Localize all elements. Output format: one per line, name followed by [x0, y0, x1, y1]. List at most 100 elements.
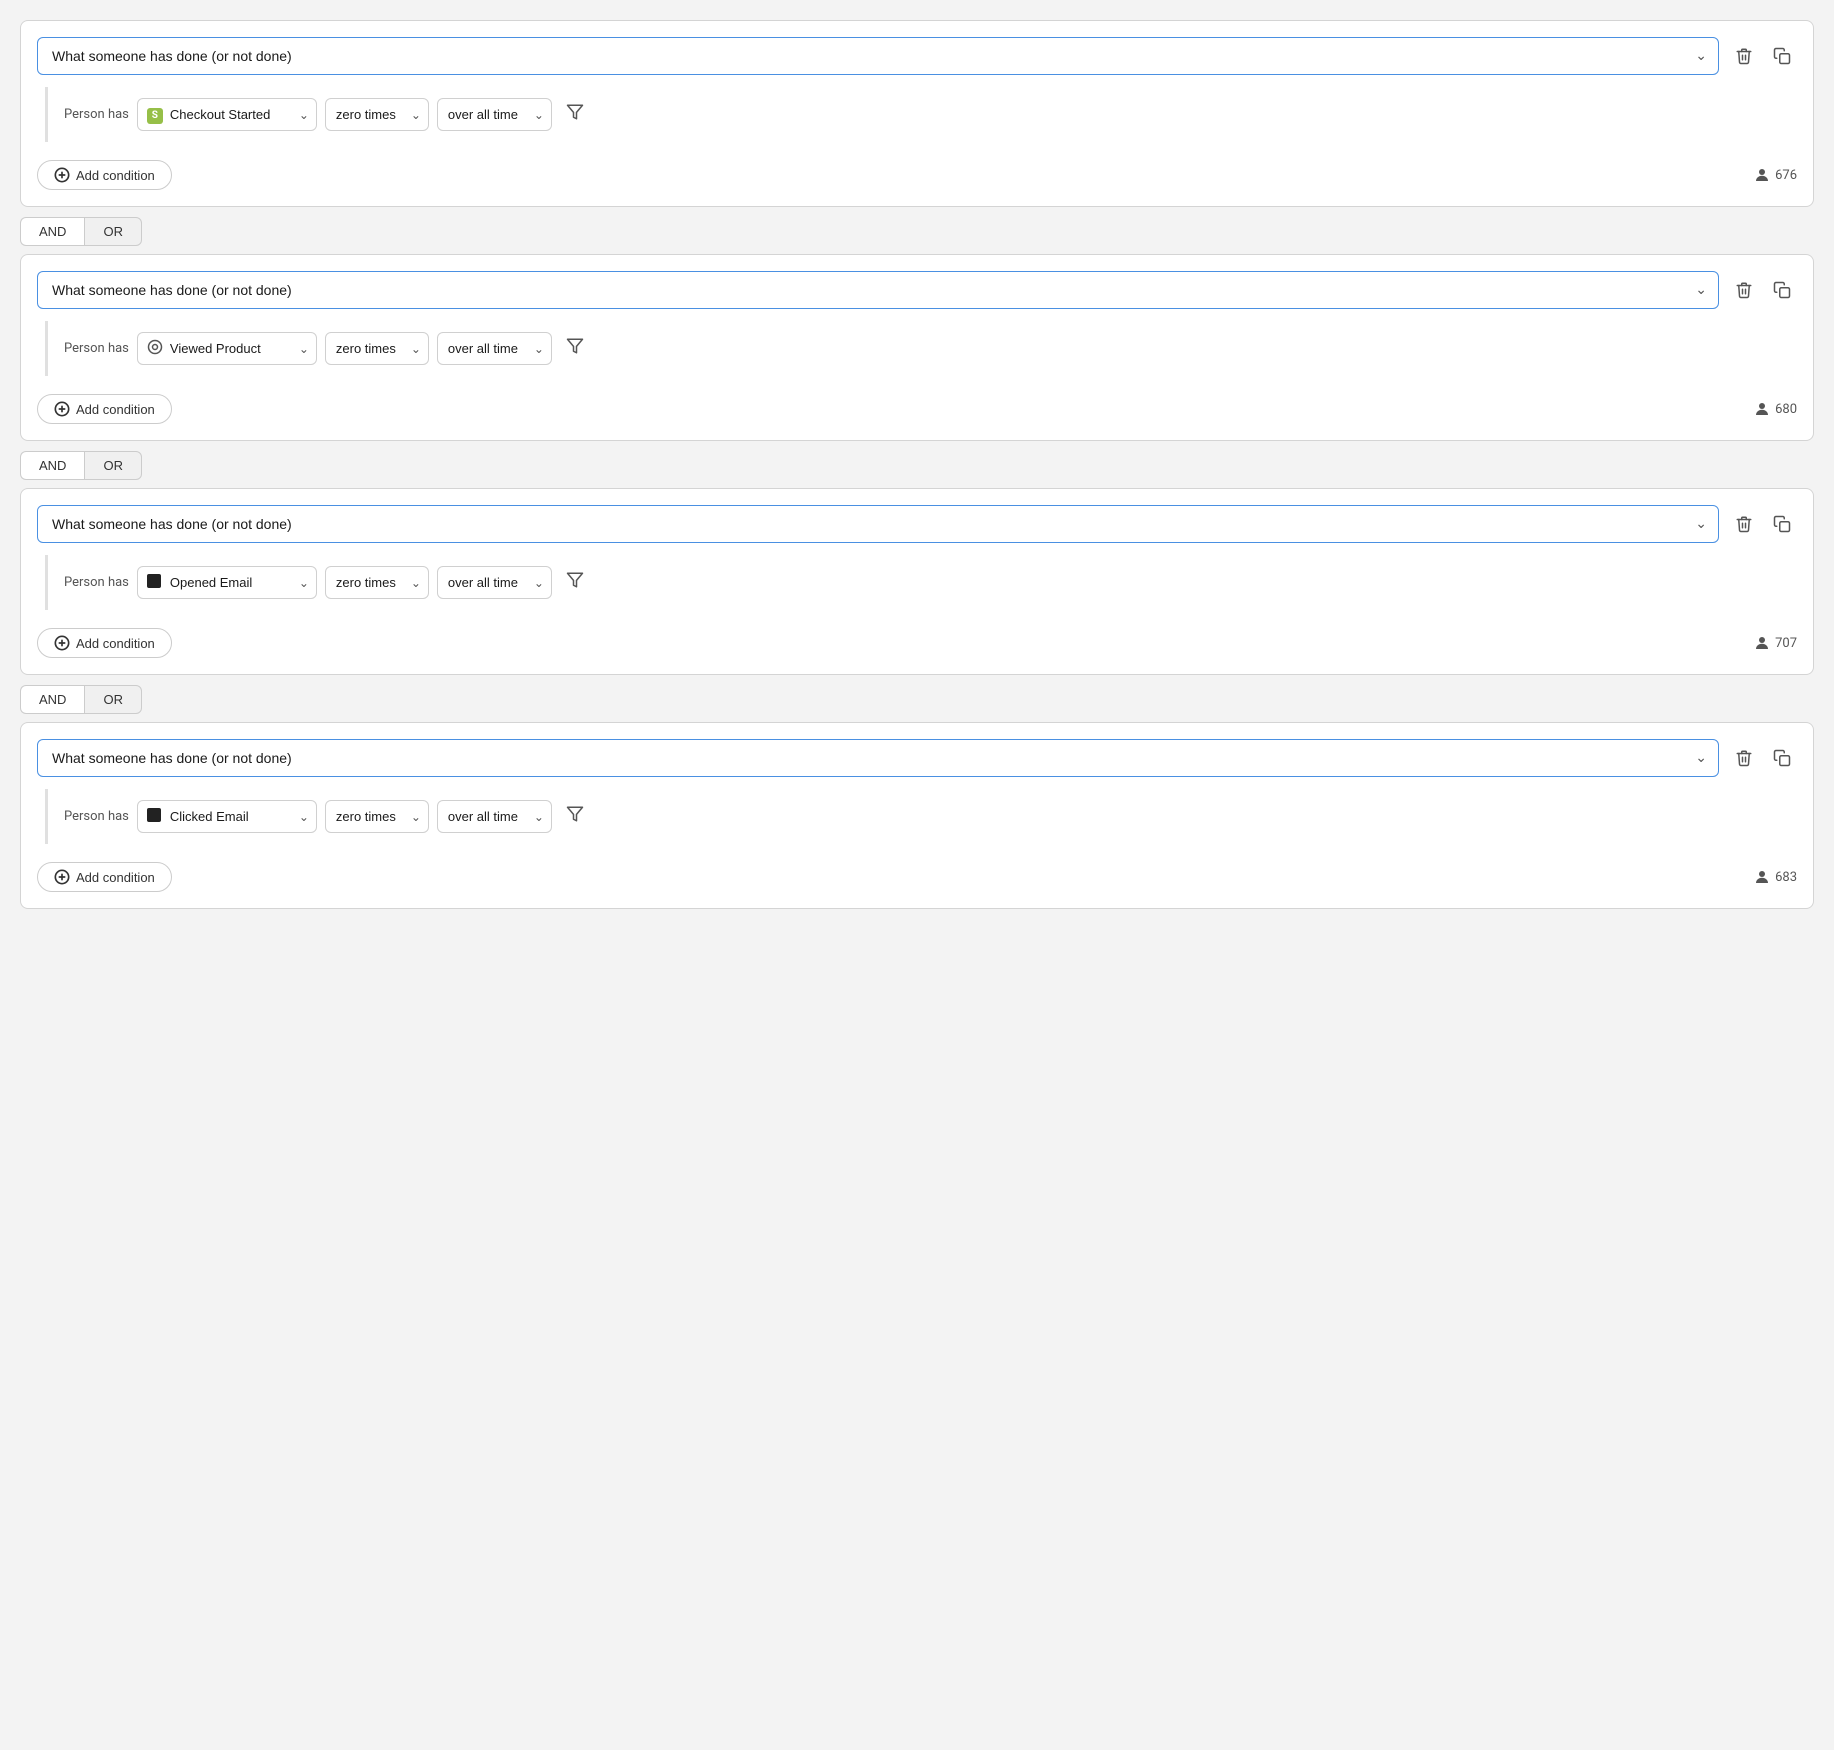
- person-icon: [1753, 868, 1771, 886]
- time-select-wrapper-4: over all time ⌄: [437, 800, 552, 833]
- add-condition-button-4[interactable]: Add condition: [37, 862, 172, 892]
- condition-block-4: What someone has done (or not done) ⌄: [20, 722, 1814, 909]
- delete-button-1[interactable]: [1729, 41, 1759, 71]
- condition-block-2: What someone has done (or not done) ⌄: [20, 254, 1814, 441]
- header-icons: [1729, 41, 1797, 71]
- main-select-wrapper: What someone has done (or not done) ⌄: [37, 739, 1719, 777]
- frequency-select-4[interactable]: zero times: [325, 800, 429, 833]
- time-select-1[interactable]: over all time: [437, 98, 552, 131]
- person-icon: [1753, 634, 1771, 652]
- event-select-4[interactable]: Clicked Email: [137, 800, 317, 833]
- event-select-2[interactable]: Viewed Product: [137, 332, 317, 365]
- count-value-3: 707: [1775, 636, 1797, 651]
- condition-header-1: What someone has done (or not done) ⌄: [37, 37, 1797, 75]
- add-condition-label: Add condition: [76, 870, 155, 885]
- condition-row-4: Person has Clicked Email ⌄ zero times ⌄: [45, 789, 1797, 844]
- and-or-row-3: AND OR: [20, 685, 1814, 714]
- time-select-3[interactable]: over all time: [437, 566, 552, 599]
- frequency-select-3[interactable]: zero times: [325, 566, 429, 599]
- event-select-wrapper-3: Opened Email ⌄: [137, 566, 317, 599]
- event-select-wrapper-4: Clicked Email ⌄: [137, 800, 317, 833]
- person-count-4: 683: [1753, 868, 1797, 886]
- frequency-select-1[interactable]: zero times: [325, 98, 429, 131]
- event-select-1[interactable]: Checkout Started: [137, 98, 317, 131]
- add-condition-button-2[interactable]: Add condition: [37, 394, 172, 424]
- event-select-wrapper-1: S Checkout Started ⌄: [137, 98, 317, 131]
- copy-button-1[interactable]: [1767, 41, 1797, 71]
- condition-row-1: Person has S Checkout Started ⌄ zero tim…: [45, 87, 1797, 142]
- or-button-2[interactable]: OR: [84, 451, 142, 480]
- filter-button-3[interactable]: [560, 565, 590, 600]
- main-select-wrapper: What someone has done (or not done) ⌄: [37, 271, 1719, 309]
- condition-row-2: Person has Viewed Product ⌄ zero times ⌄: [45, 321, 1797, 376]
- person-count-1: 676: [1753, 166, 1797, 184]
- add-condition-button-3[interactable]: Add condition: [37, 628, 172, 658]
- filter-button-4[interactable]: [560, 799, 590, 834]
- plus-icon: [54, 869, 70, 885]
- copy-button-4[interactable]: [1767, 743, 1797, 773]
- person-has-label: Person has: [64, 341, 129, 356]
- time-select-wrapper-3: over all time ⌄: [437, 566, 552, 599]
- person-icon: [1753, 400, 1771, 418]
- plus-icon: [54, 635, 70, 651]
- header-icons: [1729, 509, 1797, 539]
- main-select-2[interactable]: What someone has done (or not done): [37, 271, 1719, 309]
- person-has-label: Person has: [64, 809, 129, 824]
- condition-header-4: What someone has done (or not done) ⌄: [37, 739, 1797, 777]
- add-condition-label: Add condition: [76, 636, 155, 651]
- and-button-2[interactable]: AND: [20, 451, 84, 480]
- delete-button-3[interactable]: [1729, 509, 1759, 539]
- condition-row-3: Person has Opened Email ⌄ zero times ⌄: [45, 555, 1797, 610]
- frequency-select-wrapper-4: zero times ⌄: [325, 800, 429, 833]
- copy-button-2[interactable]: [1767, 275, 1797, 305]
- add-condition-label: Add condition: [76, 168, 155, 183]
- frequency-select-wrapper-2: zero times ⌄: [325, 332, 429, 365]
- header-icons: [1729, 275, 1797, 305]
- or-button-3[interactable]: OR: [84, 685, 142, 714]
- time-select-4[interactable]: over all time: [437, 800, 552, 833]
- filter-button-2[interactable]: [560, 331, 590, 366]
- and-button-1[interactable]: AND: [20, 217, 84, 246]
- count-value-1: 676: [1775, 168, 1797, 183]
- frequency-select-wrapper-1: zero times ⌄: [325, 98, 429, 131]
- filter-button-1[interactable]: [560, 97, 590, 132]
- condition-block-3: What someone has done (or not done) ⌄: [20, 488, 1814, 675]
- and-button-3[interactable]: AND: [20, 685, 84, 714]
- plus-icon: [54, 401, 70, 417]
- delete-button-2[interactable]: [1729, 275, 1759, 305]
- add-condition-label: Add condition: [76, 402, 155, 417]
- person-has-label: Person has: [64, 575, 129, 590]
- time-select-wrapper-1: over all time ⌄: [437, 98, 552, 131]
- person-has-label: Person has: [64, 107, 129, 122]
- and-or-row-2: AND OR: [20, 451, 1814, 480]
- person-count-3: 707: [1753, 634, 1797, 652]
- condition-header-3: What someone has done (or not done) ⌄: [37, 505, 1797, 543]
- count-value-2: 680: [1775, 402, 1797, 417]
- main-select-3[interactable]: What someone has done (or not done): [37, 505, 1719, 543]
- frequency-select-2[interactable]: zero times: [325, 332, 429, 365]
- condition-header-2: What someone has done (or not done) ⌄: [37, 271, 1797, 309]
- and-or-row-1: AND OR: [20, 217, 1814, 246]
- main-select-1[interactable]: What someone has done (or not done): [37, 37, 1719, 75]
- plus-icon: [54, 167, 70, 183]
- delete-button-4[interactable]: [1729, 743, 1759, 773]
- count-value-4: 683: [1775, 870, 1797, 885]
- main-select-wrapper: What someone has done (or not done) ⌄: [37, 505, 1719, 543]
- condition-footer-1: Add condition 676: [37, 156, 1797, 190]
- or-button-1[interactable]: OR: [84, 217, 142, 246]
- condition-footer-2: Add condition 680: [37, 390, 1797, 424]
- event-select-3[interactable]: Opened Email: [137, 566, 317, 599]
- time-select-2[interactable]: over all time: [437, 332, 552, 365]
- event-select-wrapper-2: Viewed Product ⌄: [137, 332, 317, 365]
- header-icons: [1729, 743, 1797, 773]
- copy-button-3[interactable]: [1767, 509, 1797, 539]
- main-select-4[interactable]: What someone has done (or not done): [37, 739, 1719, 777]
- add-condition-button-1[interactable]: Add condition: [37, 160, 172, 190]
- person-count-2: 680: [1753, 400, 1797, 418]
- condition-footer-3: Add condition 707: [37, 624, 1797, 658]
- main-select-wrapper: What someone has done (or not done) ⌄: [37, 37, 1719, 75]
- person-icon: [1753, 166, 1771, 184]
- condition-block-1: What someone has done (or not done) ⌄: [20, 20, 1814, 207]
- condition-footer-4: Add condition 683: [37, 858, 1797, 892]
- frequency-select-wrapper-3: zero times ⌄: [325, 566, 429, 599]
